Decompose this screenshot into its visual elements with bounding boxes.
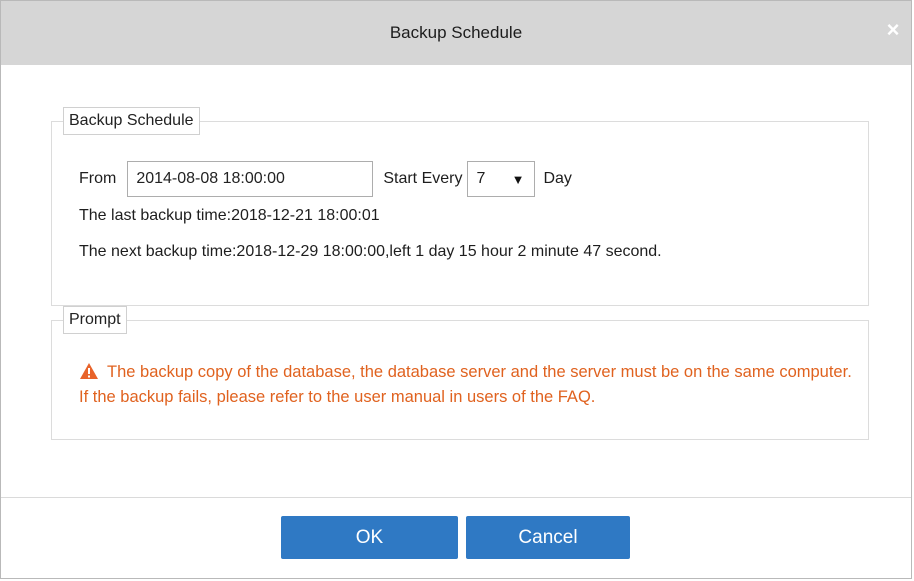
chevron-down-icon: ▼	[511, 171, 525, 187]
backup-schedule-dialog: Backup Schedule × Backup Schedule From S…	[0, 0, 912, 579]
cancel-button[interactable]: Cancel	[466, 516, 630, 559]
backup-schedule-legend: Backup Schedule	[63, 107, 200, 135]
last-backup-time: The last backup time:2018-12-21 18:00:01	[79, 207, 380, 224]
dialog-title: Backup Schedule	[389, 23, 523, 42]
prompt-legend: Prompt	[63, 306, 127, 334]
ok-button[interactable]: OK	[281, 516, 458, 559]
backup-schedule-section: Backup Schedule From Start Every 7 ▼ Day…	[51, 107, 869, 306]
warning-icon	[79, 362, 99, 386]
prompt-message: The backup copy of the database, the dat…	[79, 361, 859, 408]
prompt-section: Prompt The backup copy of the database, …	[51, 306, 869, 440]
interval-unit-label: Day	[543, 170, 572, 187]
from-datetime-input[interactable]	[127, 161, 374, 197]
prompt-text: The backup copy of the database, the dat…	[79, 363, 852, 406]
from-label: From	[79, 170, 117, 187]
interval-select[interactable]: 7 ▼	[467, 161, 536, 197]
next-backup-time: The next backup time:2018-12-29 18:00:00…	[79, 243, 662, 260]
footer-divider	[1, 497, 911, 498]
from-row: From Start Every 7 ▼ Day	[79, 161, 572, 197]
start-every-label: Start Every	[383, 170, 463, 187]
interval-select-value: 7	[476, 170, 486, 187]
close-icon[interactable]: ×	[885, 19, 901, 41]
dialog-titlebar: Backup Schedule ×	[1, 1, 911, 65]
